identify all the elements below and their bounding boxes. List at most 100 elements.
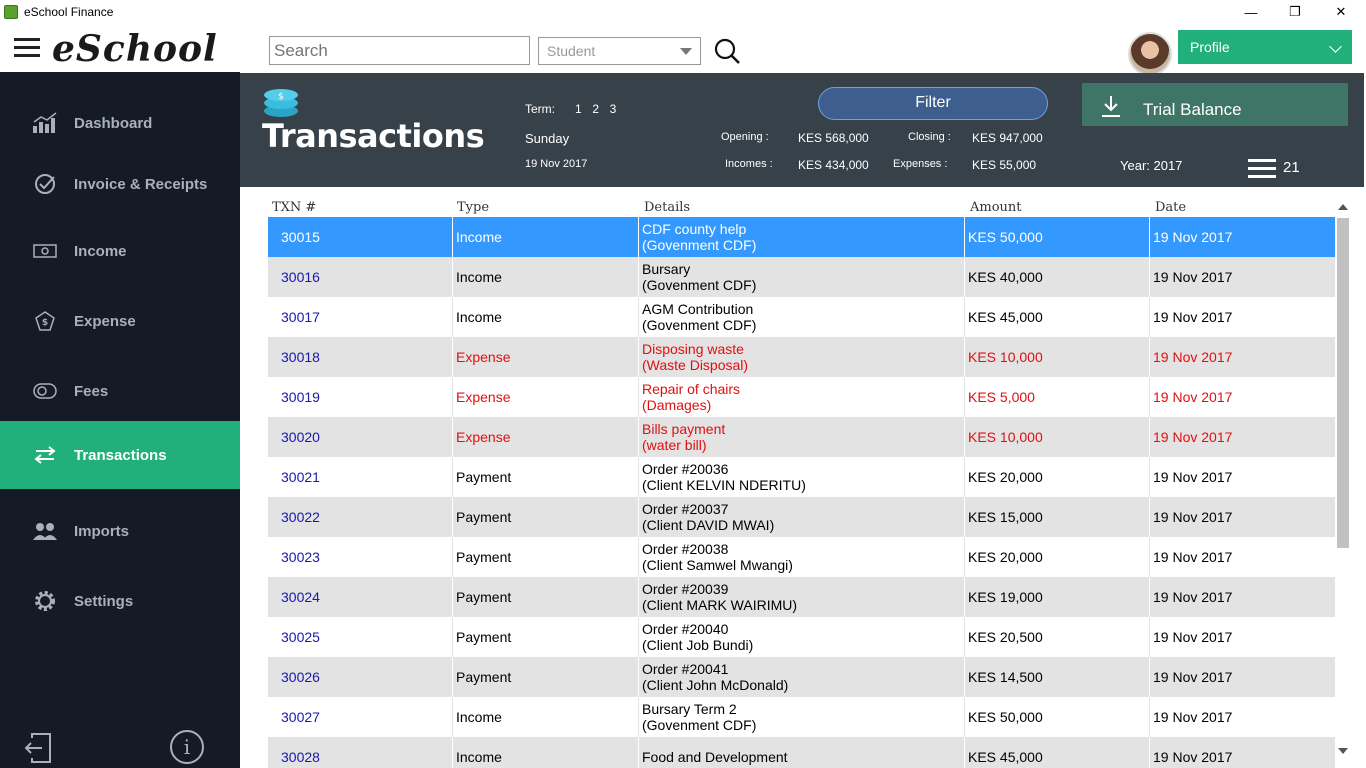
- txn-link[interactable]: 30024: [281, 577, 320, 617]
- sidebar-item-label: Transactions: [74, 446, 167, 464]
- sidebar-item-transactions[interactable]: Transactions: [0, 421, 240, 489]
- minimize-button[interactable]: —: [1228, 0, 1274, 24]
- txn-link[interactable]: 30020: [281, 417, 320, 457]
- txn-type: Income: [456, 749, 502, 765]
- txn-date: 19 Nov 2017: [1153, 349, 1233, 365]
- txn-link[interactable]: 30018: [281, 337, 320, 377]
- column-header-amount[interactable]: Amount: [970, 200, 1022, 215]
- column-divider: [1149, 577, 1150, 617]
- txn-type: Payment: [456, 509, 512, 525]
- profile-label: Profile: [1190, 39, 1230, 55]
- txn-amount: KES 50,000: [968, 229, 1043, 245]
- txn-link[interactable]: 30019: [281, 377, 320, 417]
- app-logo: eSchool: [52, 28, 218, 70]
- table-row[interactable]: 30028 Income Food and Development KES 45,00…: [268, 737, 1335, 768]
- txn-type: Expense: [456, 429, 511, 445]
- txn-link[interactable]: 30027: [281, 697, 320, 737]
- close-button[interactable]: ✕: [1318, 0, 1364, 24]
- column-divider: [452, 257, 453, 297]
- txn-date: 19 Nov 2017: [1153, 509, 1233, 525]
- column-divider: [1149, 737, 1150, 768]
- column-divider: [452, 537, 453, 577]
- search-input[interactable]: [269, 36, 530, 65]
- maximize-button[interactable]: ❐: [1272, 0, 1318, 24]
- table-row[interactable]: 30017 Income AGM Contribution (Govenment CD…: [268, 297, 1335, 337]
- details-source: (Govenment CDF): [642, 317, 757, 333]
- txn-link[interactable]: 30015: [281, 217, 320, 257]
- sidebar-item-settings[interactable]: Settings: [0, 567, 240, 635]
- txn-details: CDF county help (Govenment CDF): [642, 217, 756, 257]
- profile-button[interactable]: Profile: [1178, 30, 1352, 64]
- filter-button[interactable]: Filter: [818, 87, 1048, 120]
- table-row[interactable]: 30024 Payment Order #20039 (Client MARK WAI…: [268, 577, 1335, 617]
- txn-link[interactable]: 30022: [281, 497, 320, 537]
- chevron-down-icon: [680, 48, 692, 55]
- column-divider: [638, 617, 639, 657]
- scroll-up-icon[interactable]: [1338, 204, 1348, 210]
- table-scrollbar[interactable]: [1335, 200, 1351, 756]
- search-icon[interactable]: [712, 36, 742, 66]
- scroll-thumb[interactable]: [1337, 218, 1349, 548]
- student-select[interactable]: Student: [538, 37, 701, 65]
- scroll-down-icon[interactable]: [1338, 748, 1348, 754]
- column-header-date[interactable]: Date: [1155, 200, 1186, 215]
- sidebar-item-imports[interactable]: Imports: [0, 497, 240, 565]
- column-header-type[interactable]: Type: [457, 200, 489, 215]
- txn-date: 19 Nov 2017: [1153, 229, 1233, 245]
- table-row[interactable]: 30016 Income Bursary (Govenment CDF) KES 40,…: [268, 257, 1335, 297]
- table-row[interactable]: 30019 Expense Repair of chairs (Damages) KES…: [268, 377, 1335, 417]
- trial-balance-button[interactable]: Trial Balance: [1082, 83, 1348, 126]
- app-icon: [4, 5, 18, 19]
- svg-text:$: $: [42, 318, 48, 328]
- list-menu-icon[interactable]: [1248, 159, 1276, 179]
- sidebar-item-expense[interactable]: $ Expense: [0, 287, 240, 355]
- info-icon[interactable]: i: [170, 730, 204, 764]
- txn-link[interactable]: 30025: [281, 617, 320, 657]
- column-header-details[interactable]: Details: [644, 200, 690, 215]
- column-divider: [452, 697, 453, 737]
- table-row[interactable]: 30020 Expense Bills payment (water bill) KES…: [268, 417, 1335, 457]
- txn-link[interactable]: 30017: [281, 297, 320, 337]
- window-title: eSchool Finance: [24, 5, 114, 19]
- txn-link[interactable]: 30026: [281, 657, 320, 697]
- details-title: Order #20036: [642, 461, 729, 477]
- table-row[interactable]: 30025 Payment Order #20040 (Client Job Bund…: [268, 617, 1335, 657]
- details-title: Bursary Term 2: [642, 701, 737, 717]
- table-row[interactable]: 30021 Payment Order #20036 (Client KELVIN N…: [268, 457, 1335, 497]
- year-label: Year: 2017: [1120, 158, 1183, 173]
- txn-amount: KES 14,500: [968, 669, 1043, 685]
- logout-icon[interactable]: [24, 732, 52, 764]
- sidebar-item-label: Dashboard: [74, 114, 153, 132]
- trial-balance-label: Trial Balance: [1143, 100, 1242, 119]
- sidebar-item-income[interactable]: Income: [0, 217, 240, 285]
- txn-link[interactable]: 30021: [281, 457, 320, 497]
- column-header-txn[interactable]: TXN #: [272, 200, 316, 215]
- sidebar-item-dashboard[interactable]: Dashboard: [0, 89, 240, 157]
- txn-details: AGM Contribution (Govenment CDF): [642, 297, 756, 337]
- txn-date: 19 Nov 2017: [1153, 429, 1233, 445]
- avatar[interactable]: [1128, 32, 1172, 76]
- table-row[interactable]: 30018 Expense Disposing waste (Waste Dispos…: [268, 337, 1335, 377]
- details-title: CDF county help: [642, 221, 747, 237]
- txn-link[interactable]: 30028: [281, 737, 320, 768]
- txn-amount: KES 20,000: [968, 469, 1043, 485]
- table-row[interactable]: 30023 Payment Order #20038 (Client Samwel M…: [268, 537, 1335, 577]
- table-row[interactable]: 30027 Income Bursary Term 2 (Govenment CDF)…: [268, 697, 1335, 737]
- txn-link[interactable]: 30023: [281, 537, 320, 577]
- menu-toggle-icon[interactable]: [14, 38, 40, 58]
- table-row[interactable]: 30026 Payment Order #20041 (Client John McD…: [268, 657, 1335, 697]
- column-divider: [638, 297, 639, 337]
- incomes-value: KES 434,000: [798, 158, 869, 172]
- txn-amount: KES 15,000: [968, 509, 1043, 525]
- expenses-label: Expenses :: [893, 158, 948, 170]
- users-icon: [32, 520, 58, 542]
- term-selector[interactable]: 1 2 3: [575, 102, 616, 116]
- txn-link[interactable]: 30016: [281, 257, 320, 297]
- table-row[interactable]: 30015 Income CDF county help (Govenment CDF…: [268, 217, 1335, 257]
- txn-date: 19 Nov 2017: [1153, 549, 1233, 565]
- details-source: (Client DAVID MWAI): [642, 517, 775, 533]
- sidebar-item-fees[interactable]: Fees: [0, 357, 240, 425]
- sidebar-item-invoice-receipts[interactable]: Invoice & Receipts: [0, 150, 240, 218]
- column-divider: [452, 337, 453, 377]
- table-row[interactable]: 30022 Payment Order #20037 (Client DAVID MW…: [268, 497, 1335, 537]
